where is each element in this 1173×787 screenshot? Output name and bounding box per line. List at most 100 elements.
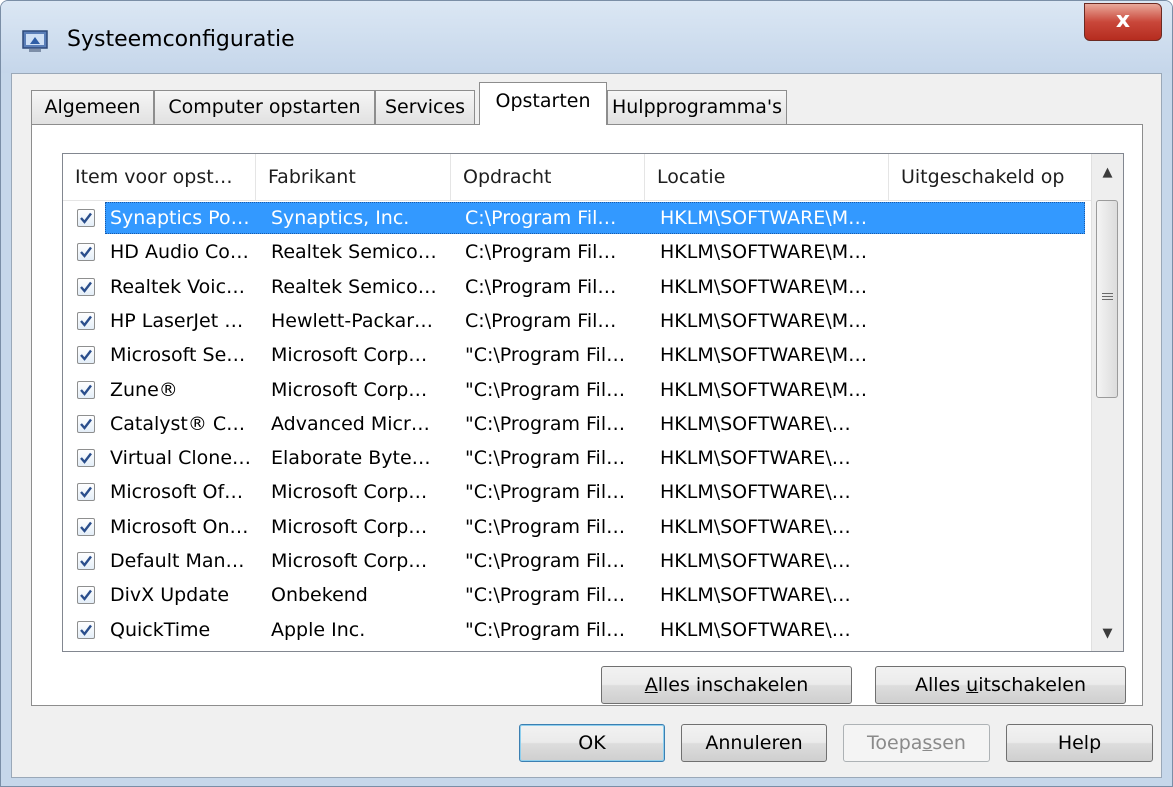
cell-startup-item: Microsoft Se…: [110, 344, 246, 367]
cell-manufacturer: Hewlett-Packar…: [271, 309, 434, 332]
cell-manufacturer: Realtek Semico…: [271, 241, 437, 264]
cell-location: HKLM\SOFTWARE\…: [660, 412, 851, 435]
cell-location: HKLM\SOFTWARE\…: [660, 618, 851, 641]
cell-location: HKLM\SOFTWARE\M…: [660, 344, 868, 367]
scroll-grip-icon: [1102, 293, 1113, 302]
cell-location: HKLM\SOFTWARE\M…: [660, 241, 868, 264]
close-button[interactable]: x: [1084, 3, 1162, 41]
cell-startup-item: Virtual Clone…: [110, 447, 252, 470]
column-header-startup-item[interactable]: Item voor opst…: [63, 154, 256, 200]
cell-startup-item: Realtek Voic…: [110, 275, 246, 298]
cell-location: HKLM\SOFTWARE\M…: [660, 207, 868, 229]
apply-accelerator: s: [922, 732, 933, 754]
column-header-disabled-on[interactable]: Uitgeschakeld op: [889, 154, 1092, 200]
startup-item-checkbox[interactable]: [77, 620, 95, 639]
table-row[interactable]: HP LaserJet … Hewlett-Packar… C:\Program F…: [63, 304, 1092, 338]
disable-all-button[interactable]: Alles uitschakelen: [875, 666, 1126, 704]
table-row[interactable]: Synaptics Po… Synaptics, Inc. C:\Program F…: [63, 201, 1092, 235]
disable-all-label-prefix: Alles: [914, 674, 967, 696]
apply-button[interactable]: Toepassen: [843, 724, 990, 762]
startup-item-checkbox[interactable]: [77, 380, 95, 399]
tab-startup[interactable]: Opstarten: [479, 82, 607, 125]
startup-item-checkbox[interactable]: [77, 449, 95, 468]
cell-command: "C:\Program Fil…: [465, 550, 626, 572]
enable-all-button[interactable]: Alles inschakelen: [601, 666, 852, 704]
table-row[interactable]: Microsoft Of… Microsoft Corp… "C:\Program …: [63, 475, 1092, 509]
startup-item-checkbox[interactable]: [77, 483, 95, 502]
list-header: Item voor opst… Fabrikant Opdracht Locat…: [63, 154, 1092, 201]
column-header-location[interactable]: Locatie: [645, 154, 889, 200]
startup-item-checkbox[interactable]: [77, 346, 95, 365]
cell-location: HKLM\SOFTWARE\M…: [660, 378, 868, 401]
cell-manufacturer: Synaptics, Inc.: [271, 207, 410, 229]
table-row[interactable]: Virtual Clone… Elaborate Byte… "C:\Program…: [63, 441, 1092, 475]
apply-label-suffix: sen: [932, 732, 966, 754]
cell-location: HKLM\SOFTWARE\M…: [660, 309, 868, 332]
column-header-command[interactable]: Opdracht: [451, 154, 645, 200]
table-row[interactable]: Zune® Microsoft Corp… "C:\Program Fil… HKLM…: [63, 373, 1092, 407]
vertical-scrollbar[interactable]: ▲ ▼: [1091, 154, 1123, 651]
table-row[interactable]: Catalyst® C… Advanced Micr… "C:\Program Fi…: [63, 407, 1092, 441]
startup-item-checkbox[interactable]: [77, 517, 95, 536]
scroll-up-arrow-icon[interactable]: ▲: [1092, 158, 1123, 188]
cell-manufacturer: Microsoft Corp…: [271, 550, 428, 572]
table-row[interactable]: HD Audio Co… Realtek Semico… C:\Program Fi…: [63, 235, 1092, 269]
cancel-button[interactable]: Annuleren: [681, 724, 827, 762]
cell-command: C:\Program Fil…: [465, 275, 617, 298]
startup-item-checkbox[interactable]: [77, 586, 95, 605]
tab-boot[interactable]: Computer opstarten: [154, 90, 375, 124]
cell-command: "C:\Program Fil…: [465, 412, 626, 435]
table-row[interactable]: Realtek Voic… Realtek Semico… C:\Program F…: [63, 270, 1092, 304]
cell-startup-item: Microsoft Of…: [110, 481, 244, 504]
cell-command: C:\Program Fil…: [465, 207, 617, 229]
cell-command: "C:\Program Fil…: [465, 344, 626, 367]
cell-command: "C:\Program Fil…: [465, 515, 626, 538]
column-header-manufacturer[interactable]: Fabrikant: [256, 154, 451, 200]
tab-general[interactable]: Algemeen: [31, 90, 154, 124]
tab-services[interactable]: Services: [375, 90, 475, 124]
cell-startup-item: Catalyst® C…: [110, 412, 246, 435]
startup-item-checkbox[interactable]: [77, 552, 95, 570]
startup-item-checkbox[interactable]: [77, 243, 95, 262]
table-row[interactable]: Microsoft Se… Microsoft Corp… "C:\Program …: [63, 338, 1092, 372]
tab-tools[interactable]: Hulpprogramma's: [607, 90, 787, 124]
table-row[interactable]: Microsoft On… Microsoft Corp… "C:\Program …: [63, 510, 1092, 544]
cell-location: HKLM\SOFTWARE\…: [660, 550, 851, 572]
apply-label-prefix: Toepa: [867, 732, 923, 754]
cell-location: HKLM\SOFTWARE\…: [660, 447, 851, 470]
enable-all-label-suffix: lles inschakelen: [657, 674, 809, 696]
title-bar[interactable]: Systeemconfiguratie x: [1, 1, 1172, 73]
cell-manufacturer: Microsoft Corp…: [271, 378, 428, 401]
table-row[interactable]: Default Man… Microsoft Corp… "C:\Program F…: [63, 544, 1092, 578]
cell-location: HKLM\SOFTWARE\…: [660, 481, 851, 504]
cell-manufacturer: Elaborate Byte…: [271, 447, 431, 470]
cell-startup-item: DivX Update: [110, 584, 230, 607]
ok-button[interactable]: OK: [519, 724, 665, 762]
cell-manufacturer: Microsoft Corp…: [271, 515, 428, 538]
cell-startup-item: Zune®: [110, 378, 178, 401]
cell-startup-item: HD Audio Co…: [110, 241, 249, 264]
cell-command: C:\Program Fil…: [465, 241, 617, 264]
table-row[interactable]: QuickTime Apple Inc. "C:\Program Fil… HKLM\…: [63, 613, 1092, 647]
cell-manufacturer: Onbekend: [271, 584, 368, 607]
disable-all-label-suffix: itschakelen: [978, 674, 1087, 696]
cell-startup-item: Default Man…: [110, 550, 245, 572]
cell-manufacturer: Advanced Micr…: [271, 412, 430, 435]
cell-command: "C:\Program Fil…: [465, 378, 626, 401]
cell-startup-item: HP LaserJet …: [110, 309, 244, 332]
dialog-client-area: Algemeen Computer opstarten Services Ops…: [11, 73, 1162, 778]
system-configuration-window: Systeemconfiguratie x Algemeen Computer …: [0, 0, 1173, 787]
scroll-down-arrow-icon[interactable]: ▼: [1092, 619, 1123, 649]
startup-item-checkbox[interactable]: [77, 209, 95, 227]
startup-item-checkbox[interactable]: [77, 414, 95, 433]
startup-item-checkbox[interactable]: [77, 277, 95, 296]
cell-manufacturer: Realtek Semico…: [271, 275, 437, 298]
help-button[interactable]: Help: [1006, 724, 1153, 762]
table-row[interactable]: DivX Update Onbekend "C:\Program Fil… HKLM\…: [63, 578, 1092, 612]
cell-command: "C:\Program Fil…: [465, 481, 626, 504]
startup-item-checkbox[interactable]: [77, 311, 95, 330]
window-title: Systeemconfiguratie: [67, 27, 295, 52]
scroll-thumb[interactable]: [1096, 200, 1118, 398]
cell-location: HKLM\SOFTWARE\…: [660, 584, 851, 607]
startup-items-list[interactable]: Item voor opst… Fabrikant Opdracht Locat…: [62, 153, 1124, 652]
